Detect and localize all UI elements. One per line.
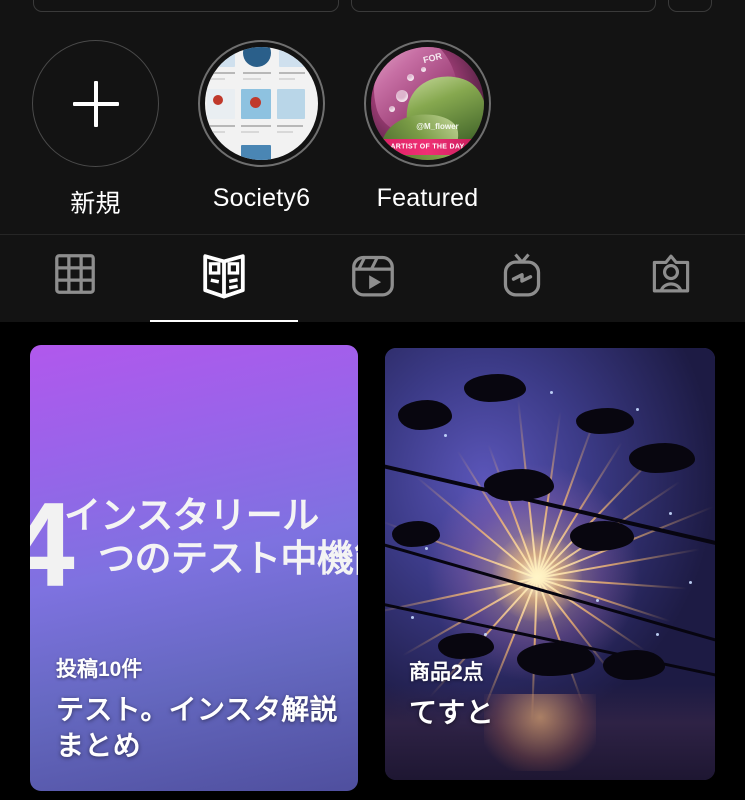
guide-post-count: 投稿10件 (56, 658, 143, 682)
message-button[interactable] (350, 0, 656, 12)
highlight-new[interactable]: 新規 (32, 40, 159, 220)
story-highlights-strip: 新規 Society6 FOR @M_flower ARTIST OF THE … (0, 12, 745, 234)
tagged-person-icon (652, 254, 689, 293)
guide-book-icon (202, 254, 245, 299)
guide-title: てすと (409, 696, 494, 728)
highlight-label: Society6 (212, 184, 311, 212)
guide-card[interactable]: 4 インスタリール つのテスト中機能 投稿10件 テスト。インスタ解説まとめ (30, 345, 358, 791)
guide-card-meta: 投稿10件 テスト。インスタ解説まとめ (56, 653, 340, 763)
profile-tab-bar (0, 234, 745, 323)
highlight-society6-ring[interactable] (198, 40, 325, 167)
highlight-label: 新規 (70, 190, 121, 218)
featured-banner-text: ARTIST OF THE DAY (390, 143, 465, 151)
guide-card-meta: 商品2点 てすと (409, 656, 697, 730)
highlight-label: Featured (376, 184, 479, 212)
highlight-society6-thumbnail (205, 47, 318, 160)
follow-button[interactable] (33, 0, 339, 12)
highlight-featured-thumbnail: FOR @M_flower ARTIST OF THE DAY (371, 47, 484, 160)
tab-guides[interactable] (149, 235, 298, 323)
guide-product-count: 商品2点 (409, 660, 484, 684)
igtv-icon (503, 253, 540, 297)
guide-cover-headline-line1: インスタリール (64, 495, 319, 536)
grid-icon (54, 254, 95, 294)
society6-cover-art (205, 47, 318, 160)
highlight-new-ring[interactable] (32, 40, 159, 167)
featured-banner: ARTIST OF THE DAY (371, 138, 484, 156)
suggest-button[interactable] (668, 0, 712, 12)
tab-tagged[interactable] (596, 235, 745, 323)
instagram-profile-screen: 新規 Society6 FOR @M_flower ARTIST OF THE … (0, 0, 745, 800)
guides-grid: 4 インスタリール つのテスト中機能 投稿10件 テスト。インスタ解説まとめ (0, 322, 745, 800)
plus-icon (72, 80, 119, 127)
highlight-featured-ring[interactable]: FOR @M_flower ARTIST OF THE DAY (364, 40, 491, 167)
guide-card[interactable]: 商品2点 てすと (385, 348, 715, 780)
tab-igtv[interactable] (447, 235, 596, 323)
guide-cover-headline-line2: つのテスト中機能 (98, 537, 358, 579)
guide-cover-headline: インスタリール つのテスト中機能 (64, 495, 358, 581)
tab-grid[interactable] (0, 235, 149, 323)
profile-action-button-row (0, 0, 745, 12)
highlight-society6[interactable]: Society6 (198, 40, 325, 213)
reels-icon (351, 255, 394, 297)
guide-title: テスト。インスタ解説まとめ (56, 694, 338, 761)
rose-cover-art: FOR @M_flower ARTIST OF THE DAY (371, 47, 484, 160)
tab-reels[interactable] (298, 235, 447, 323)
featured-watermark: @M_flower (416, 121, 459, 131)
highlight-featured[interactable]: FOR @M_flower ARTIST OF THE DAY Featured (364, 40, 491, 213)
